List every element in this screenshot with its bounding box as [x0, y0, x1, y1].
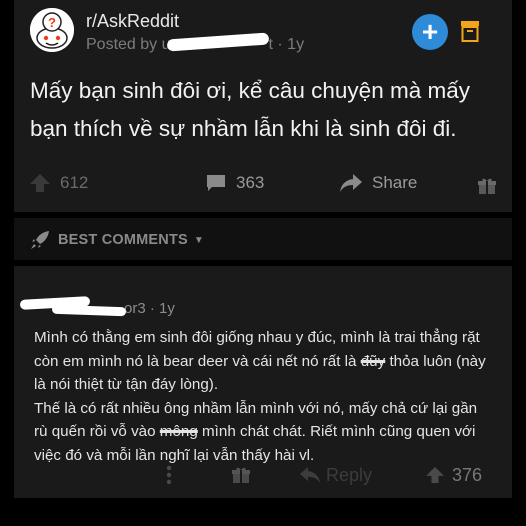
- posted-by: Posted by u t · 1y: [86, 32, 305, 54]
- upvote-arrow-icon: [426, 467, 444, 483]
- comment-body: Mình có thằng em sinh đôi giống nhau y đ…: [34, 326, 492, 467]
- award-gift-icon: [478, 178, 496, 194]
- reply-arrow-icon: [300, 467, 320, 483]
- share-label: Share: [372, 173, 418, 192]
- caret-down-icon: ▼: [193, 234, 204, 246]
- comment-more-button[interactable]: [166, 463, 172, 487]
- struck-word: mông: [159, 423, 198, 440]
- snoo-icon: ?: [30, 8, 74, 52]
- comment-author-meta: or3 · 1y: [124, 300, 175, 317]
- comment-paragraph-2: Thế là có rất nhiều ông nhầm lẫn mình vớ…: [34, 397, 492, 468]
- author-redaction: [19, 296, 127, 317]
- comment-author[interactable]: or3 · 1y: [19, 296, 175, 317]
- archive-icon[interactable]: [460, 20, 480, 42]
- comment-bubble-icon: [207, 175, 225, 191]
- more-dots-icon: [166, 465, 172, 485]
- comment-paragraph-1: Mình có thằng em sinh đôi giống nhau y đ…: [34, 326, 492, 397]
- struck-word: đũy: [360, 352, 386, 370]
- svg-text:?: ?: [48, 15, 56, 30]
- comment-count: 363: [236, 173, 265, 192]
- reply-label: Reply: [326, 464, 373, 485]
- reply-button[interactable]: Reply: [300, 463, 372, 487]
- upvote-arrow-icon: [30, 174, 50, 192]
- rocket-icon: [31, 231, 49, 249]
- upvote-count: 612: [60, 173, 89, 192]
- award-action[interactable]: [478, 173, 506, 199]
- comment-upvote-action[interactable]: 376: [426, 463, 482, 487]
- upvote-action[interactable]: 612: [30, 170, 88, 196]
- share-arrow-icon: [340, 174, 362, 192]
- posted-by-prefix: Posted by u: [86, 36, 171, 53]
- subreddit-name[interactable]: r/AskReddit: [86, 11, 179, 32]
- post-title[interactable]: Mấy bạn sinh đôi ơi, kể câu chuyện mà mấ…: [30, 72, 500, 148]
- username-redaction: [166, 32, 269, 52]
- posted-by-suffix: t · 1y: [268, 36, 305, 53]
- add-button[interactable]: +: [412, 14, 448, 50]
- comment-upvote-count: 376: [452, 464, 483, 485]
- reddit-snoo-avatar[interactable]: ?: [30, 8, 74, 52]
- sort-label: BEST COMMENTS: [58, 232, 188, 248]
- share-action[interactable]: Share: [340, 170, 417, 196]
- comments-action[interactable]: 363: [206, 170, 264, 196]
- comment-award-button[interactable]: [232, 463, 250, 487]
- award-gift-icon: [232, 467, 250, 483]
- comment-sort-selector[interactable]: BEST COMMENTS ▼: [30, 230, 204, 250]
